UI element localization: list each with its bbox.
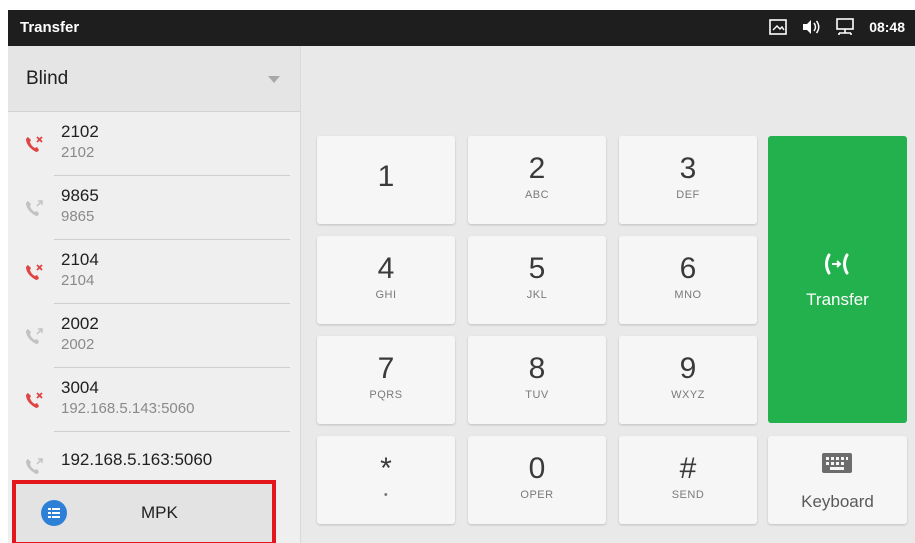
status-icons: 08:48 xyxy=(769,18,905,36)
key-letters: SEND xyxy=(671,489,705,501)
key-8[interactable]: 8 TUV xyxy=(468,336,606,424)
key-letters: PQRS xyxy=(369,389,403,401)
key-star[interactable]: * • xyxy=(317,436,455,524)
call-history-list[interactable]: 2102 2102 9865 9865 2104 2104 2002 2002 3004 192.… xyxy=(8,112,300,476)
key-letters: TUV xyxy=(525,389,549,401)
key-letters: GHI xyxy=(375,289,397,301)
key-digit: 2 xyxy=(528,152,546,185)
dial-pad: 1 2 ABC 3 DEF 4 GHI 5 JKL 6 MNO 7 PQRS 8 TUV 9 WXYZ * • 0 OP… xyxy=(300,46,915,543)
call-number: 192.168.5.163:5060 xyxy=(61,450,213,469)
call-detail: 192.168.5.143:5060 xyxy=(61,400,195,417)
key-2[interactable]: 2 ABC xyxy=(468,136,606,224)
missed-call-icon xyxy=(24,390,44,410)
key-digit: 1 xyxy=(377,160,395,193)
mpk-button[interactable]: MPK xyxy=(12,480,276,543)
missed-call-icon xyxy=(24,134,44,154)
status-bar: Transfer 08:48 xyxy=(8,10,915,46)
key-digit: 3 xyxy=(679,152,697,185)
key-digit: 9 xyxy=(679,352,697,385)
key-digit: 6 xyxy=(679,252,697,285)
call-detail: 2002 xyxy=(61,336,95,353)
key-0[interactable]: 0 OPER xyxy=(468,436,606,524)
clock-time: 08:48 xyxy=(869,19,905,35)
transfer-button[interactable]: Transfer xyxy=(768,136,907,423)
call-detail: 2102 xyxy=(61,144,95,161)
key-letters: MNO xyxy=(674,289,702,301)
chevron-down-icon xyxy=(268,76,280,83)
mpk-label: MPK xyxy=(141,503,178,522)
transfer-panel: Blind 2102 2102 9865 9865 2104 2104 2002 2002 30… xyxy=(8,46,301,543)
call-number: 2104 xyxy=(61,250,99,269)
page-title: Transfer xyxy=(20,19,80,36)
call-number: 2102 xyxy=(61,122,99,141)
keyboard-label: Keyboard xyxy=(801,492,874,511)
key-letters: • xyxy=(383,489,389,501)
call-detail: 9865 xyxy=(61,208,95,225)
key-letters: JKL xyxy=(526,289,548,301)
screen: Transfer 08:48 Blind 2102 2102 9865 9865 210… xyxy=(8,10,915,543)
outgoing-call-icon xyxy=(24,326,44,346)
call-history-item[interactable]: 3004 192.168.5.143:5060 xyxy=(8,368,300,432)
key-7[interactable]: 7 PQRS xyxy=(317,336,455,424)
key-9[interactable]: 9 WXYZ xyxy=(619,336,757,424)
outgoing-call-icon xyxy=(24,198,44,218)
key-digit: # xyxy=(679,452,697,485)
call-history-item[interactable]: 9865 9865 xyxy=(8,176,300,240)
call-number: 9865 xyxy=(61,186,99,205)
keyboard-button[interactable]: Keyboard xyxy=(768,436,907,524)
screenshot-icon xyxy=(769,19,787,35)
key-6[interactable]: 6 MNO xyxy=(619,236,757,324)
call-history-item[interactable]: 2102 2102 xyxy=(8,112,300,176)
key-letters: ABC xyxy=(524,189,550,201)
key-letters: DEF xyxy=(676,189,700,201)
transfer-mode-dropdown[interactable]: Blind xyxy=(8,46,300,112)
key-digit: 8 xyxy=(528,352,546,385)
mpk-icon xyxy=(41,500,67,526)
key-3[interactable]: 3 DEF xyxy=(619,136,757,224)
call-detail: 2104 xyxy=(61,272,95,289)
key-digit: * xyxy=(380,452,392,485)
key-4[interactable]: 4 GHI xyxy=(317,236,455,324)
key-letters: OPER xyxy=(520,489,554,501)
transfer-call-icon xyxy=(823,252,853,281)
call-number: 2002 xyxy=(61,314,99,333)
key-digit: 7 xyxy=(377,352,395,385)
call-history-item[interactable]: 2104 2104 xyxy=(8,240,300,304)
key-digit: 0 xyxy=(528,452,546,485)
volume-icon xyxy=(801,19,821,35)
key-hash[interactable]: # SEND xyxy=(619,436,757,524)
keyboard-icon xyxy=(821,452,853,479)
key-digit: 4 xyxy=(377,252,395,285)
key-digit: 5 xyxy=(528,252,546,285)
network-icon xyxy=(835,18,855,36)
transfer-mode-value: Blind xyxy=(26,68,69,89)
key-letters: WXYZ xyxy=(671,389,705,401)
transfer-label: Transfer xyxy=(806,290,869,309)
call-number: 3004 xyxy=(61,378,99,397)
key-5[interactable]: 5 JKL xyxy=(468,236,606,324)
missed-call-icon xyxy=(24,262,44,282)
outgoing-call-icon xyxy=(24,456,44,476)
call-history-item[interactable]: 2002 2002 xyxy=(8,304,300,368)
key-1[interactable]: 1 xyxy=(317,136,455,224)
call-history-item[interactable]: 192.168.5.163:5060 xyxy=(8,432,300,476)
